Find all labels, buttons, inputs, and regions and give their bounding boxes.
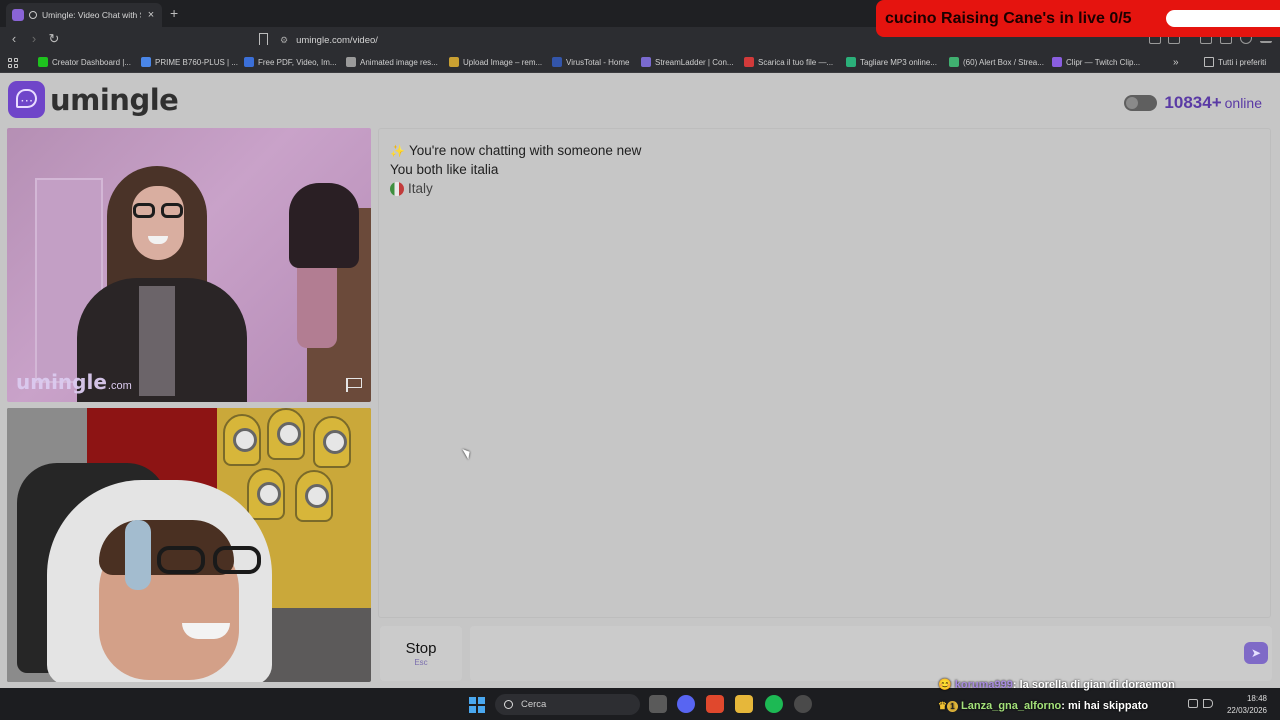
obs-icon[interactable]: [794, 695, 812, 713]
umingle-page: ··· umingle 10834+ online umingle .com ✨…: [0, 73, 1280, 688]
network-icon[interactable]: [1188, 699, 1198, 708]
bookmark-page-icon[interactable]: [259, 33, 268, 45]
message-input[interactable]: [470, 626, 1272, 681]
taskbar-search[interactable]: Cerca: [495, 694, 640, 715]
search-icon: [504, 700, 513, 709]
bookmark-item[interactable]: Tagliare MP3 online...: [846, 57, 937, 67]
bookmark-item[interactable]: Scarica il tuo file —...: [744, 57, 833, 67]
streamladder-icon: [641, 57, 651, 67]
online-status: 10834+ online: [1124, 93, 1262, 113]
italy-flag-icon: [390, 181, 404, 196]
bookmark-item[interactable]: Animated image res...: [346, 57, 438, 67]
new-tab-button[interactable]: +: [170, 5, 178, 21]
stranger-video: umingle .com: [7, 128, 371, 402]
pdf-tool-icon: [244, 57, 254, 67]
stream-chat-line: 😊 koruma999: la sorella di gian di dorae…: [938, 679, 1175, 691]
volume-icon[interactable]: [1203, 699, 1213, 708]
emote-icon: 😊: [938, 679, 952, 691]
umingle-favicon-icon: [12, 9, 24, 21]
stream-chat-line: ♛ 1 Lanza_gna_alforno: mi hai skippato: [938, 700, 1149, 712]
stream-goal-progress: [1166, 10, 1280, 27]
chat-message: mi hai skippato: [1068, 700, 1149, 712]
tab-umingle[interactable]: Umingle: Video Chat with Str ×: [6, 3, 162, 27]
windows-start-icon[interactable]: [469, 697, 485, 713]
bookmark-item[interactable]: Free PDF, Video, Im...: [244, 57, 337, 67]
folder-icon: [1204, 57, 1214, 67]
stop-label: Stop: [405, 640, 437, 657]
umingle-logo[interactable]: ··· umingle: [8, 81, 179, 118]
bookmark-item[interactable]: Upload Image – rem...: [449, 57, 542, 67]
back-icon[interactable]: ‹: [6, 31, 22, 46]
streamelements-icon: [949, 57, 959, 67]
bookmark-item[interactable]: StreamLadder | Con...: [641, 57, 734, 67]
virustotal-icon: [552, 57, 562, 67]
bookmark-item[interactable]: Creator Dashboard |...: [38, 57, 131, 67]
close-tab-icon[interactable]: ×: [146, 9, 156, 21]
recording-icon: [29, 11, 37, 19]
stop-shortcut-hint: Esc: [414, 658, 428, 667]
asus-icon: [141, 57, 151, 67]
stop-button[interactable]: Stop Esc: [380, 626, 462, 681]
tab-title: Umingle: Video Chat with Str: [42, 10, 141, 20]
chat-username: Lanza_gna_alforno: [961, 700, 1062, 712]
url-text[interactable]: umingle.com/video/: [296, 35, 378, 46]
bookmark-item[interactable]: (60) Alert Box / Strea...: [949, 57, 1044, 67]
bookmark-item[interactable]: PRIME B760-PLUS | ...: [141, 57, 238, 67]
stream-goal-banner: cucino Raising Cane's in live 0/5: [876, 0, 1280, 37]
task-view-icon[interactable]: [649, 695, 667, 713]
bookmark-item[interactable]: VirusTotal - Home: [552, 57, 629, 67]
clipr-icon: [1052, 57, 1062, 67]
reload-icon[interactable]: ↻: [46, 31, 62, 47]
stream-goal-text: cucino Raising Cane's in live 0/5: [885, 9, 1132, 27]
chat-bubble-logo-icon: ···: [8, 81, 45, 118]
online-count: 10834+: [1164, 93, 1222, 112]
upload-image-icon: [449, 57, 459, 67]
chat-message: la sorella di gian di doraemon: [1019, 679, 1175, 691]
report-flag-icon[interactable]: [346, 378, 362, 392]
common-interest-message: You both like italia: [390, 162, 499, 177]
forward-icon[interactable]: ›: [26, 31, 42, 46]
self-video: [7, 408, 371, 682]
country-message: Italy: [390, 181, 433, 196]
chat-username: koruma999: [954, 679, 1013, 691]
address-bar[interactable]: ⚙ umingle.com/video/: [280, 30, 870, 50]
more-bookmarks-icon[interactable]: »: [1173, 57, 1179, 68]
clock-date: 22/03/2026: [1226, 706, 1267, 715]
apps-grid-icon[interactable]: [8, 58, 18, 68]
system-clock[interactable]: 18:48 22/03/2026: [1227, 693, 1267, 717]
search-label: Cerca: [521, 699, 547, 710]
image-tool-icon: [346, 57, 356, 67]
file-explorer-icon[interactable]: [735, 695, 753, 713]
theme-toggle[interactable]: [1124, 95, 1158, 111]
crown-icon: ♛: [938, 701, 947, 712]
send-icon: ➤: [1250, 646, 1262, 660]
sparkle-icon: ✨: [390, 143, 405, 158]
site-info-icon[interactable]: ⚙: [280, 35, 288, 46]
download-site-icon: [744, 57, 754, 67]
bookmark-item[interactable]: Clipr — Twitch Clip...: [1052, 57, 1140, 67]
spotify-icon[interactable]: [765, 695, 783, 713]
discord-icon[interactable]: [677, 695, 695, 713]
system-message: ✨ You're now chatting with someone new: [390, 143, 642, 158]
online-label: online: [1224, 95, 1262, 111]
send-button[interactable]: ➤: [1244, 642, 1268, 664]
clock-time: 18:48: [1246, 694, 1267, 703]
mp3-cutter-icon: [846, 57, 856, 67]
all-bookmarks-folder[interactable]: Tutti i preferiti: [1204, 57, 1266, 67]
logo-text: umingle: [50, 82, 179, 117]
sub-badge-icon: 1: [946, 701, 958, 712]
umingle-watermark: umingle .com: [16, 370, 132, 394]
brave-browser-icon[interactable]: [706, 695, 724, 713]
kick-icon: [38, 57, 48, 67]
chat-log: ✨ You're now chatting with someone new Y…: [378, 128, 1271, 618]
